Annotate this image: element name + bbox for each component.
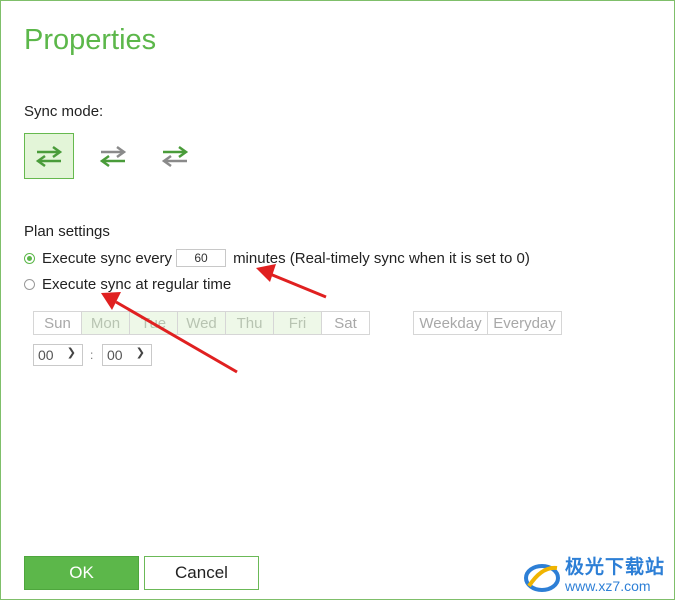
cancel-button[interactable]: Cancel (144, 556, 259, 590)
interval-minutes-input[interactable] (176, 249, 227, 267)
dialog-frame (0, 0, 675, 600)
quick-day-selector: Weekday Everyday (413, 311, 562, 335)
sync-mode-label: Sync mode: (24, 103, 104, 120)
regular-time-option: Execute sync at regular time (24, 276, 231, 293)
chevron-down-icon: ❯ (135, 347, 145, 359)
interval-radio[interactable] (24, 252, 35, 264)
watermark-url: www.xz7.com (564, 577, 651, 594)
day-fri[interactable]: Fri (273, 311, 322, 335)
day-tue[interactable]: Tue (129, 311, 178, 335)
day-mon[interactable]: Mon (81, 311, 130, 335)
two-way-sync-icon (35, 145, 63, 167)
chevron-down-icon: ❯ (66, 347, 76, 359)
mirror-sync-icon (161, 145, 189, 167)
regular-time-radio[interactable] (24, 279, 35, 290)
ok-button[interactable]: OK (24, 556, 139, 590)
watermark-logo-icon (523, 563, 560, 592)
one-way-sync-icon (99, 145, 127, 167)
time-separator: : (90, 348, 94, 362)
day-selector: Sun Mon Tue Wed Thu Fri Sat (33, 311, 370, 335)
day-sun[interactable]: Sun (33, 311, 82, 335)
interval-option: Execute sync every minutes (Real-timely … (24, 249, 530, 267)
minute-select[interactable]: 00 ❯ (102, 344, 152, 366)
everyday-button[interactable]: Everyday (487, 311, 562, 335)
mirror-sync-button[interactable] (150, 133, 200, 179)
hour-value: 00 (38, 347, 54, 363)
interval-prefix: Execute sync every (42, 249, 173, 267)
hour-select[interactable]: 00 ❯ (33, 344, 83, 366)
day-wed[interactable]: Wed (177, 311, 226, 335)
two-way-sync-button[interactable] (24, 133, 74, 179)
minute-value: 00 (107, 347, 123, 363)
weekday-button[interactable]: Weekday (413, 311, 488, 335)
day-thu[interactable]: Thu (225, 311, 274, 335)
day-sat[interactable]: Sat (321, 311, 370, 335)
regular-time-label: Execute sync at regular time (42, 276, 232, 293)
plan-settings-label: Plan settings (24, 223, 110, 240)
interval-suffix: minutes (Real-timely sync when it is set… (233, 249, 530, 267)
one-way-sync-button[interactable] (88, 133, 138, 179)
dialog-title: Properties (24, 24, 157, 56)
watermark-name: 极光下载站 (564, 556, 665, 578)
watermark: 极光下载站 www.xz7.com (523, 556, 665, 594)
